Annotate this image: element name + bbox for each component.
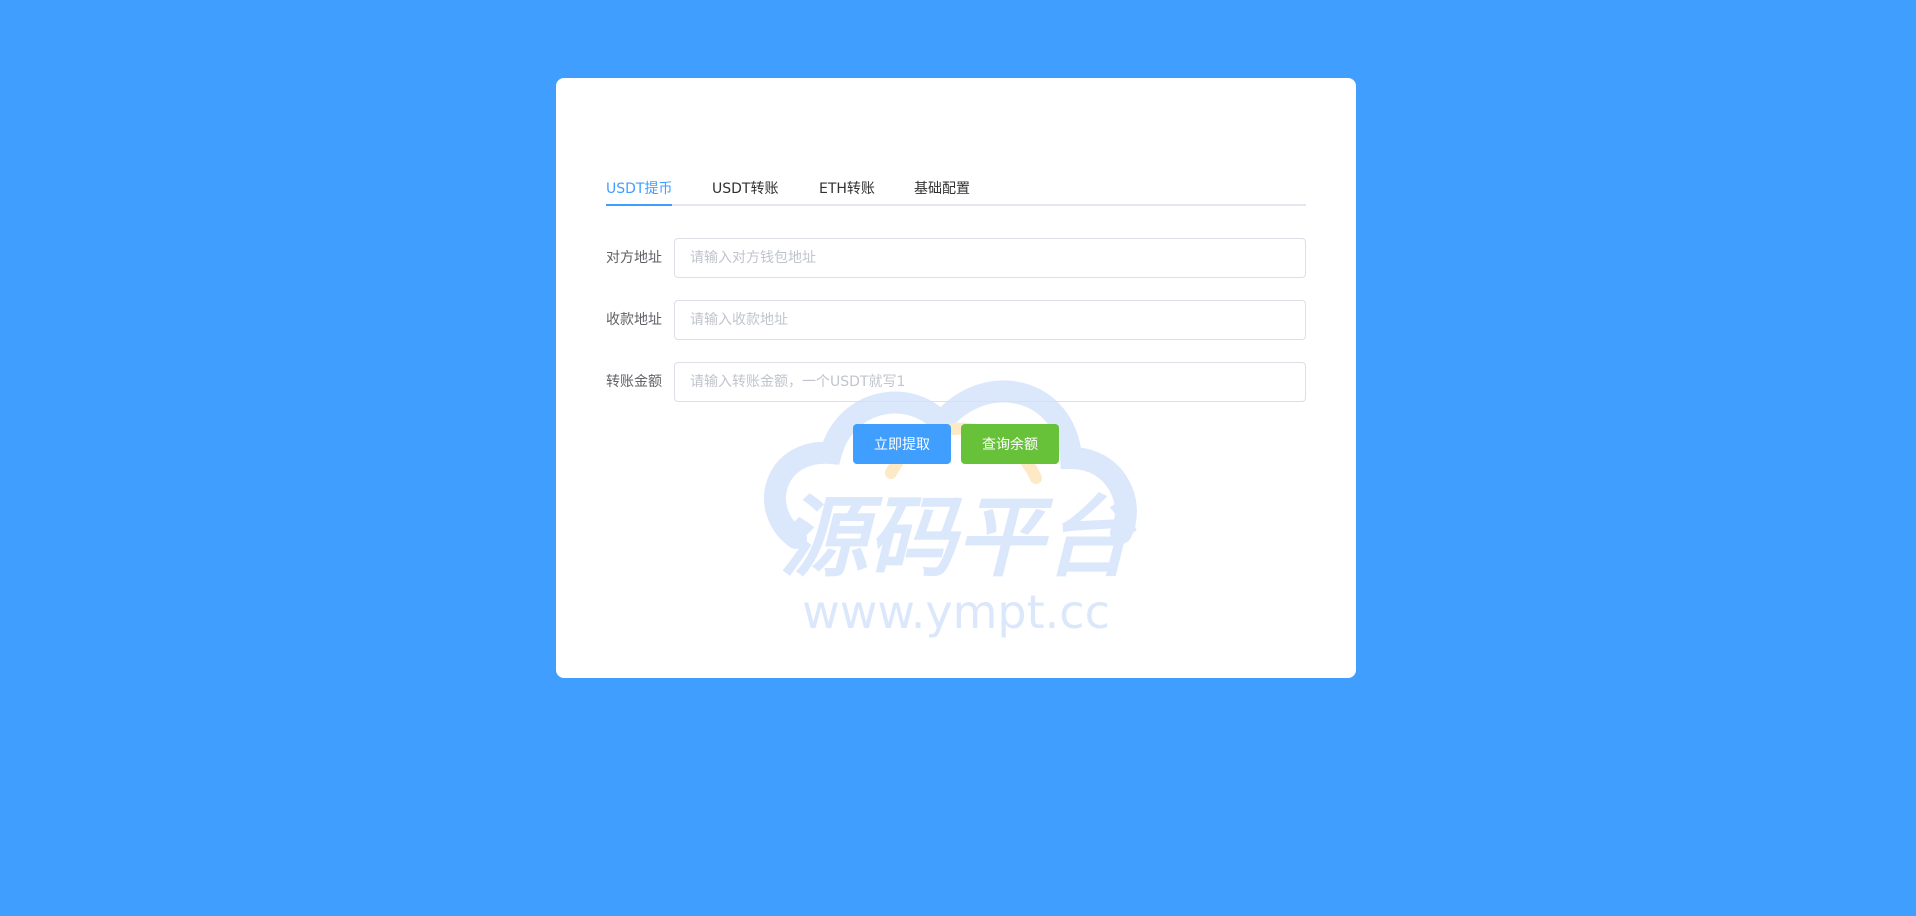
tab-basic-config[interactable]: 基础配置	[914, 174, 970, 204]
transfer-amount-input[interactable]	[674, 362, 1306, 402]
tab-active-indicator	[606, 204, 672, 206]
tab-eth-transfer[interactable]: ETH转账	[819, 174, 875, 204]
form-row-counterparty: 对方地址	[606, 238, 1306, 278]
receiving-address-input[interactable]	[674, 300, 1306, 340]
watermark-cloud-icon	[764, 380, 1137, 549]
watermark-url: www.ympt.cc	[802, 585, 1110, 639]
counterparty-address-input[interactable]	[674, 238, 1306, 278]
query-balance-button[interactable]: 查询余额	[961, 424, 1059, 464]
form-row-receiving: 收款地址	[606, 300, 1306, 340]
tab-usdt-transfer[interactable]: USDT转账	[712, 174, 778, 204]
tabs: USDT提币 USDT转账 ETH转账 基础配置	[606, 78, 1306, 206]
counterparty-address-label: 对方地址	[606, 250, 662, 266]
withdraw-button[interactable]: 立即提取	[853, 424, 951, 464]
tab-bar: USDT提币 USDT转账 ETH转账 基础配置	[606, 174, 1306, 206]
watermark-title: 源码平台	[780, 486, 1137, 589]
tab-usdt-withdraw[interactable]: USDT提币	[606, 174, 672, 204]
tab-divider	[606, 204, 1306, 206]
receiving-address-label: 收款地址	[606, 312, 662, 328]
form-row-amount: 转账金额	[606, 362, 1306, 402]
transfer-amount-label: 转账金额	[606, 374, 662, 390]
main-card: USDT提币 USDT转账 ETH转账 基础配置 源码平台 www.ympt.c…	[556, 78, 1356, 678]
